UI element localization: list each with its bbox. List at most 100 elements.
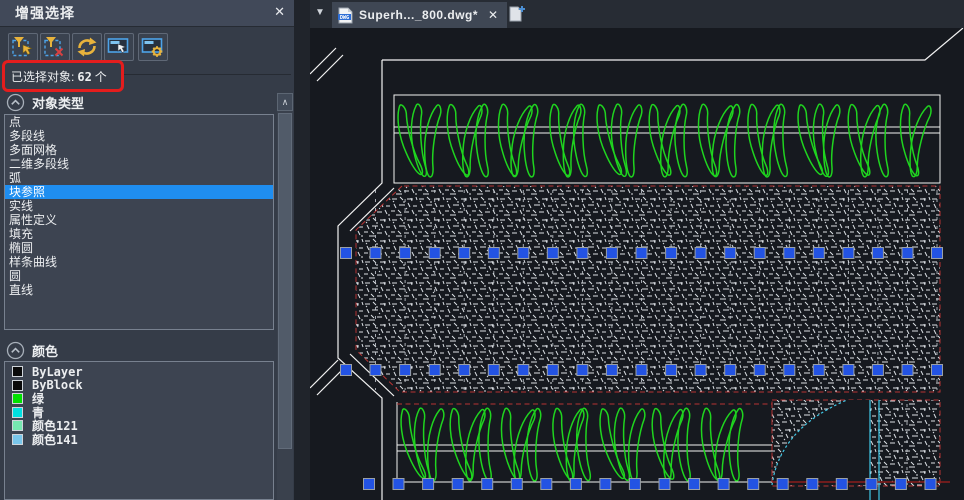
section-title: 对象类型	[32, 93, 84, 112]
grip-square[interactable]	[636, 248, 647, 259]
grip-square[interactable]	[725, 365, 736, 376]
object-type-item[interactable]: 直线	[5, 283, 273, 297]
section-header-object-types[interactable]: 对象类型	[6, 93, 84, 112]
scrollbar-thumb[interactable]	[278, 113, 292, 449]
object-type-item[interactable]: 点	[5, 115, 273, 129]
color-item[interactable]: 颜色141	[5, 433, 273, 447]
object-type-item[interactable]: 多段线	[5, 129, 273, 143]
grip-square[interactable]	[570, 479, 581, 490]
grip-square[interactable]	[488, 248, 499, 259]
section-header-colors[interactable]: 颜色	[6, 341, 58, 360]
drawing-canvas[interactable]	[310, 28, 964, 500]
grip-square[interactable]	[518, 365, 529, 376]
grip-square[interactable]	[400, 365, 411, 376]
object-type-item[interactable]: 实线	[5, 199, 273, 213]
filter-select-button[interactable]	[8, 33, 38, 61]
grip-square[interactable]	[932, 248, 943, 259]
grip-square[interactable]	[902, 248, 913, 259]
grip-square[interactable]	[807, 479, 818, 490]
grip-square[interactable]	[813, 365, 824, 376]
grip-square[interactable]	[866, 479, 877, 490]
grip-square[interactable]	[606, 248, 617, 259]
grip-square[interactable]	[577, 248, 588, 259]
grip-square[interactable]	[400, 248, 411, 259]
grip-square[interactable]	[659, 479, 670, 490]
grip-square[interactable]	[872, 248, 883, 259]
object-type-item[interactable]: 二维多段线	[5, 157, 273, 171]
grip-square[interactable]	[718, 479, 729, 490]
grip-square[interactable]	[902, 365, 913, 376]
scroll-up-button[interactable]: ∧	[277, 93, 293, 111]
tab-list-dropdown-icon[interactable]: ▼	[315, 7, 325, 18]
color-item[interactable]: ByBlock	[5, 379, 273, 393]
grip-square[interactable]	[636, 365, 647, 376]
color-item[interactable]: 绿	[5, 392, 273, 406]
grip-square[interactable]	[429, 248, 440, 259]
grip-square[interactable]	[511, 479, 522, 490]
object-type-item[interactable]: 属性定义	[5, 213, 273, 227]
object-type-item[interactable]: 多面网格	[5, 143, 273, 157]
grip-square[interactable]	[836, 479, 847, 490]
grip-square[interactable]	[843, 365, 854, 376]
grip-square[interactable]	[452, 479, 463, 490]
tab-close-icon[interactable]: ✕	[488, 8, 498, 22]
grip-square[interactable]	[341, 248, 352, 259]
grip-square[interactable]	[872, 365, 883, 376]
grip-square[interactable]	[341, 365, 352, 376]
grip-square[interactable]	[370, 248, 381, 259]
collapse-icon[interactable]	[6, 93, 25, 112]
new-drawing-button[interactable]	[506, 4, 528, 24]
object-type-item[interactable]: 块参照	[5, 185, 273, 199]
object-type-item[interactable]: 弧	[5, 171, 273, 185]
grip-square[interactable]	[547, 365, 558, 376]
grip-square[interactable]	[364, 479, 375, 490]
grip-square[interactable]	[932, 365, 943, 376]
grip-square[interactable]	[754, 365, 765, 376]
panel-scrollbar[interactable]: ∧	[277, 93, 293, 500]
grip-square[interactable]	[547, 248, 558, 259]
grip-square[interactable]	[393, 479, 404, 490]
filter-remove-button[interactable]	[40, 33, 70, 61]
window-settings-button[interactable]	[138, 33, 168, 61]
grip-square[interactable]	[429, 365, 440, 376]
grip-square[interactable]	[843, 248, 854, 259]
grip-square[interactable]	[541, 479, 552, 490]
grip-square[interactable]	[600, 479, 611, 490]
object-type-item[interactable]: 椭圆	[5, 241, 273, 255]
grip-square[interactable]	[784, 365, 795, 376]
grip-square[interactable]	[754, 248, 765, 259]
grip-square[interactable]	[482, 479, 493, 490]
grip-square[interactable]	[666, 248, 677, 259]
grip-square[interactable]	[518, 248, 529, 259]
collapse-icon[interactable]	[6, 341, 25, 360]
grip-square[interactable]	[423, 479, 434, 490]
color-item[interactable]: ByLayer	[5, 365, 273, 379]
grip-square[interactable]	[606, 365, 617, 376]
grip-square[interactable]	[459, 365, 470, 376]
grip-square[interactable]	[689, 479, 700, 490]
object-type-listbox[interactable]: 点多段线多面网格二维多段线弧块参照实线属性定义填充椭圆样条曲线圆直线	[4, 114, 274, 330]
grip-square[interactable]	[777, 479, 788, 490]
grip-square[interactable]	[459, 248, 470, 259]
object-type-item[interactable]: 填充	[5, 227, 273, 241]
grip-square[interactable]	[748, 479, 759, 490]
panel-close-icon[interactable]: ✕	[274, 4, 285, 20]
swap-selection-button[interactable]	[72, 33, 102, 61]
grip-square[interactable]	[666, 365, 677, 376]
grip-square[interactable]	[488, 365, 499, 376]
object-type-item[interactable]: 样条曲线	[5, 255, 273, 269]
object-type-item[interactable]: 圆	[5, 269, 273, 283]
grip-square[interactable]	[695, 248, 706, 259]
color-listbox[interactable]: ByLayerByBlock绿青颜色121颜色141	[4, 361, 274, 500]
grip-square[interactable]	[784, 248, 795, 259]
grip-square[interactable]	[370, 365, 381, 376]
grip-square[interactable]	[695, 365, 706, 376]
grip-square[interactable]	[813, 248, 824, 259]
grip-square[interactable]	[577, 365, 588, 376]
window-select-button[interactable]	[104, 33, 134, 61]
grip-square[interactable]	[725, 248, 736, 259]
grip-square[interactable]	[895, 479, 906, 490]
drawing-tab[interactable]: DWG Superh..._800.dwg* ✕	[332, 2, 507, 28]
grip-square[interactable]	[629, 479, 640, 490]
grip-square[interactable]	[925, 479, 936, 490]
